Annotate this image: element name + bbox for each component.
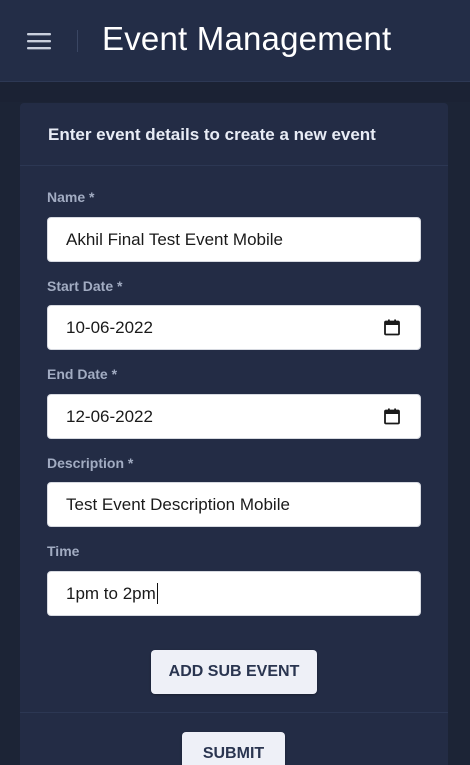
description-input[interactable]: Test Event Description Mobile (47, 482, 421, 527)
end-date-input[interactable]: 12-06-2022 (47, 394, 421, 439)
name-label: Name * (47, 189, 95, 205)
description-label: Description * (47, 455, 134, 471)
card-footer-divider (20, 712, 448, 713)
content-top-gap (0, 82, 470, 102)
event-form-card: Enter event details to create a new even… (20, 103, 448, 765)
form-header-text: Enter event details to create a new even… (48, 125, 376, 144)
name-input[interactable]: Akhil Final Test Event Mobile (47, 217, 421, 262)
page-title: Event Management (102, 20, 392, 57)
submit-button[interactable]: SUBMIT (182, 732, 285, 765)
calendar-icon[interactable] (384, 408, 400, 425)
card-header: Enter event details to create a new even… (20, 103, 448, 166)
start-date-input[interactable]: 10-06-2022 (47, 305, 421, 350)
calendar-icon[interactable] (384, 319, 400, 336)
app-bar-divider (77, 30, 78, 52)
add-sub-event-button[interactable]: ADD SUB EVENT (151, 650, 317, 694)
hamburger-menu-icon (27, 33, 51, 50)
menu-button[interactable] (22, 26, 56, 56)
time-label: Time (47, 543, 80, 559)
time-input[interactable]: 1pm to 2pm (47, 571, 421, 616)
description-value: Test Event Description Mobile (66, 494, 290, 514)
name-input-value: Akhil Final Test Event Mobile (66, 229, 284, 249)
end-date-label: End Date * (47, 366, 118, 382)
text-cursor (156, 583, 158, 604)
app-bar: Event Management (0, 0, 470, 82)
start-date-value: 10-06-2022 (66, 317, 153, 337)
end-date-value: 12-06-2022 (66, 406, 153, 426)
time-value: 1pm to 2pm (66, 583, 156, 603)
start-date-label: Start Date * (47, 278, 123, 294)
